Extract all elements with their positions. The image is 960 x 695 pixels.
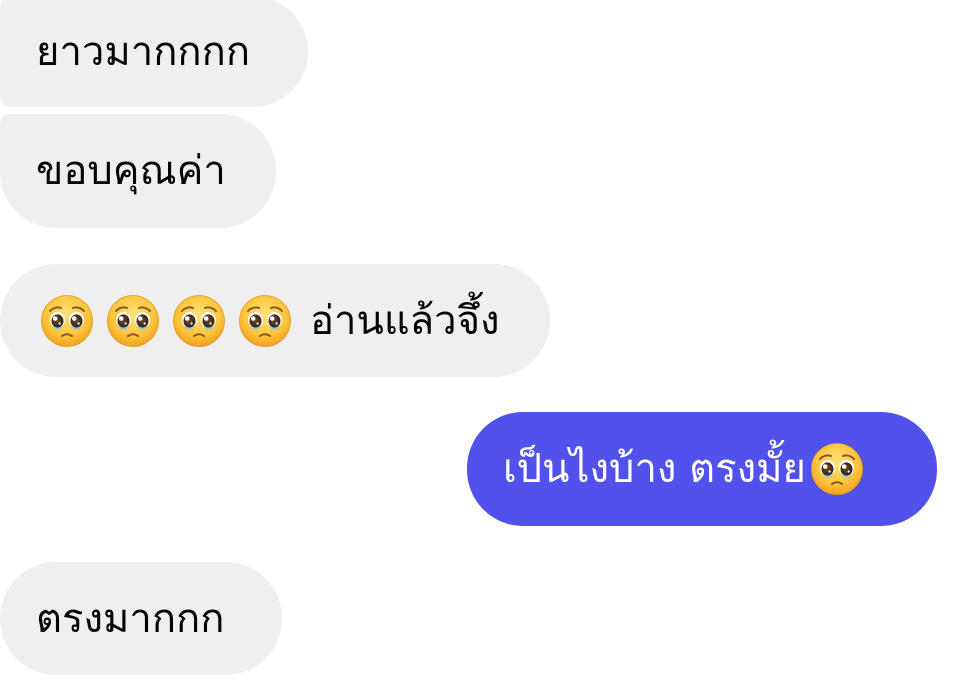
message-text: ยาวมากกกก bbox=[36, 28, 251, 75]
pleading-face-icon bbox=[106, 294, 160, 348]
incoming-message-bubble[interactable]: ตรงมากกก bbox=[0, 562, 282, 675]
message-text: เป็นไงบ้าง ตรงมั้ย bbox=[503, 446, 806, 492]
incoming-message-bubble[interactable]: อ่านแล้วจึ้ง bbox=[0, 264, 550, 377]
pleading-face-icon bbox=[40, 294, 94, 348]
message-text: ตรงมากกก bbox=[36, 595, 225, 642]
incoming-message-bubble[interactable]: ขอบคุณค่า bbox=[0, 114, 276, 228]
incoming-message-bubble[interactable]: ยาวมากกกก bbox=[0, 0, 308, 107]
pleading-face-icon bbox=[238, 294, 292, 348]
pleading-face-icon bbox=[172, 294, 226, 348]
outgoing-message-bubble[interactable]: เป็นไงบ้าง ตรงมั้ย bbox=[467, 412, 937, 526]
pleading-face-icon bbox=[810, 442, 864, 496]
message-text: อ่านแล้วจึ้ง bbox=[310, 297, 500, 344]
message-text: ขอบคุณค่า bbox=[36, 148, 226, 194]
